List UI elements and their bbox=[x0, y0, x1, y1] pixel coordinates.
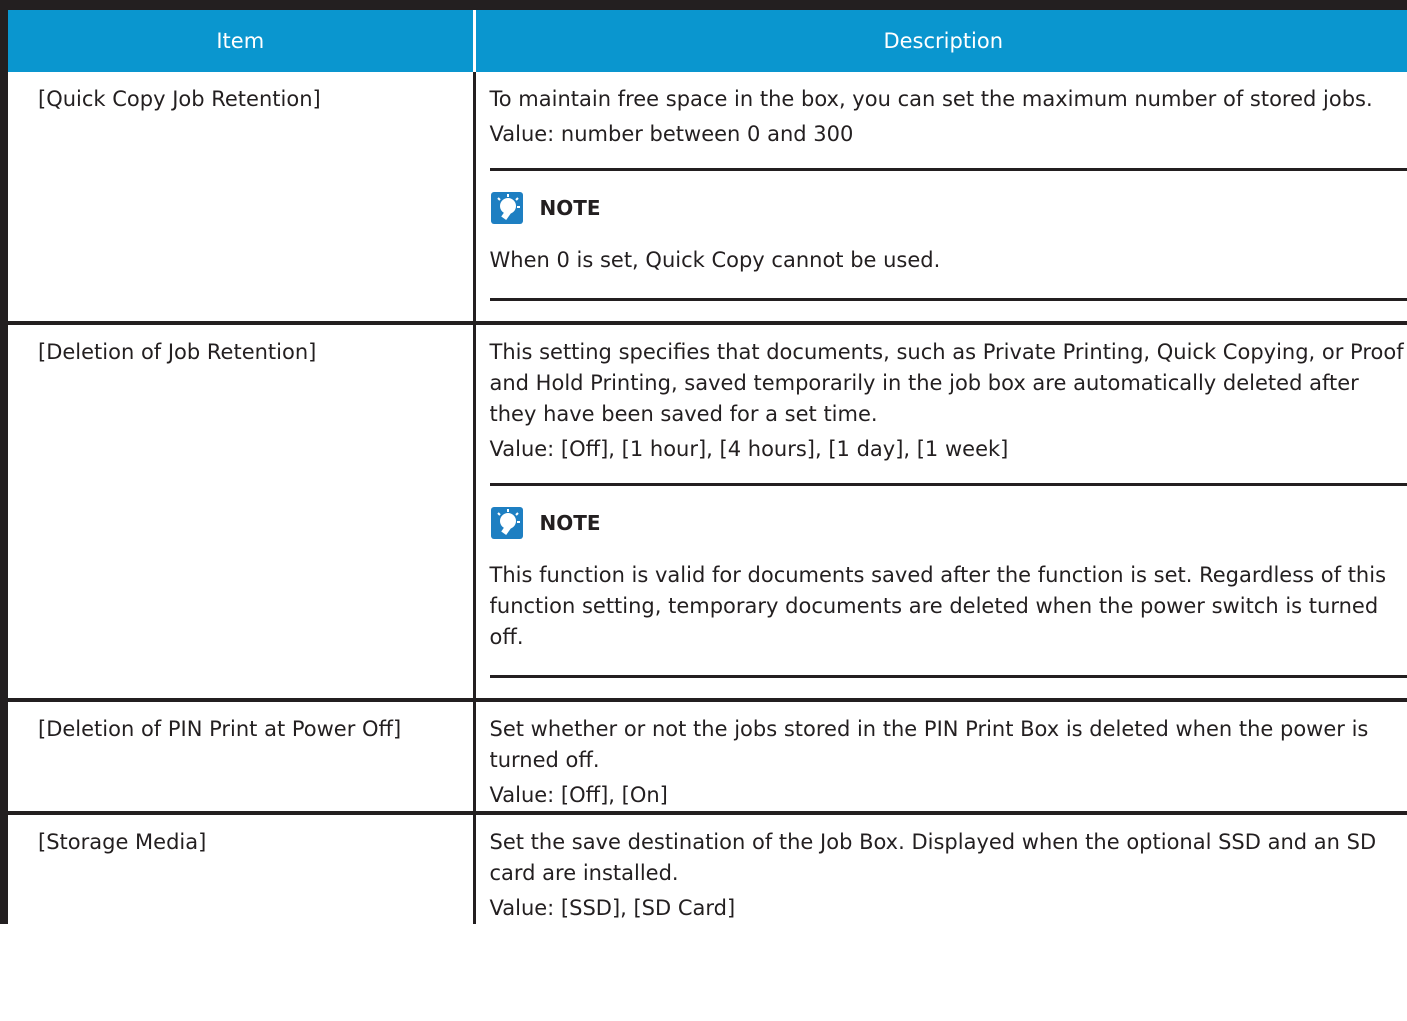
description-paragraph: Set the save destination of the Job Box.… bbox=[489, 830, 1377, 885]
note-header: NOTE bbox=[490, 506, 1407, 540]
spec-table-page: Item Description [Quick Copy Job Retenti… bbox=[0, 0, 1407, 1021]
value-paragraph: Value: [SSD], [SD Card] bbox=[489, 896, 736, 920]
lightbulb-note-icon bbox=[490, 507, 523, 539]
value-paragraph: Value: number between 0 and 300 bbox=[489, 122, 854, 146]
table-row: [Quick Copy Job Retention] To maintain f… bbox=[0, 72, 1407, 325]
item-cell: [Quick Copy Job Retention] bbox=[0, 72, 476, 325]
value-paragraph: Value: [Off], [On] bbox=[489, 783, 668, 807]
description-cell: Set whether or not the jobs stored in th… bbox=[474, 700, 1407, 815]
settings-table: Item Description [Quick Copy Job Retenti… bbox=[0, 10, 1407, 924]
table-header-row: Item Description bbox=[0, 10, 1407, 72]
description-paragraph: Set whether or not the jobs stored in th… bbox=[489, 717, 1369, 772]
table-row: [Storage Media] Set the save destination… bbox=[0, 813, 1407, 924]
description-cell: To maintain free space in the box, you c… bbox=[474, 72, 1407, 325]
description-cell: This setting specifies that documents, s… bbox=[474, 323, 1407, 702]
description-cell: Set the save destination of the Job Box.… bbox=[474, 813, 1407, 924]
table-row: [Deletion of Job Retention] This setting… bbox=[0, 323, 1407, 702]
note-box: NOTE This function is valid for document… bbox=[489, 483, 1407, 678]
note-title: NOTE bbox=[539, 510, 601, 535]
column-header-item: Item bbox=[0, 10, 476, 72]
note-title: NOTE bbox=[539, 195, 601, 220]
note-text: This function is valid for documents sav… bbox=[489, 563, 1387, 649]
description-paragraph: This setting specifies that documents, s… bbox=[489, 340, 1404, 426]
note-box: NOTE When 0 is set, Quick Copy cannot be… bbox=[489, 168, 1407, 301]
item-cell: [Deletion of Job Retention] bbox=[0, 323, 476, 702]
note-header: NOTE bbox=[490, 191, 1407, 225]
column-header-description: Description bbox=[474, 10, 1407, 72]
item-cell: [Deletion of PIN Print at Power Off] bbox=[0, 700, 476, 815]
value-paragraph: Value: [Off], [1 hour], [4 hours], [1 da… bbox=[489, 437, 1009, 461]
table-row: [Deletion of PIN Print at Power Off] Set… bbox=[0, 700, 1407, 815]
lightbulb-note-icon bbox=[490, 192, 523, 224]
description-paragraph: To maintain free space in the box, you c… bbox=[489, 87, 1373, 111]
note-text: When 0 is set, Quick Copy cannot be used… bbox=[489, 248, 941, 272]
item-cell: [Storage Media] bbox=[0, 813, 476, 924]
